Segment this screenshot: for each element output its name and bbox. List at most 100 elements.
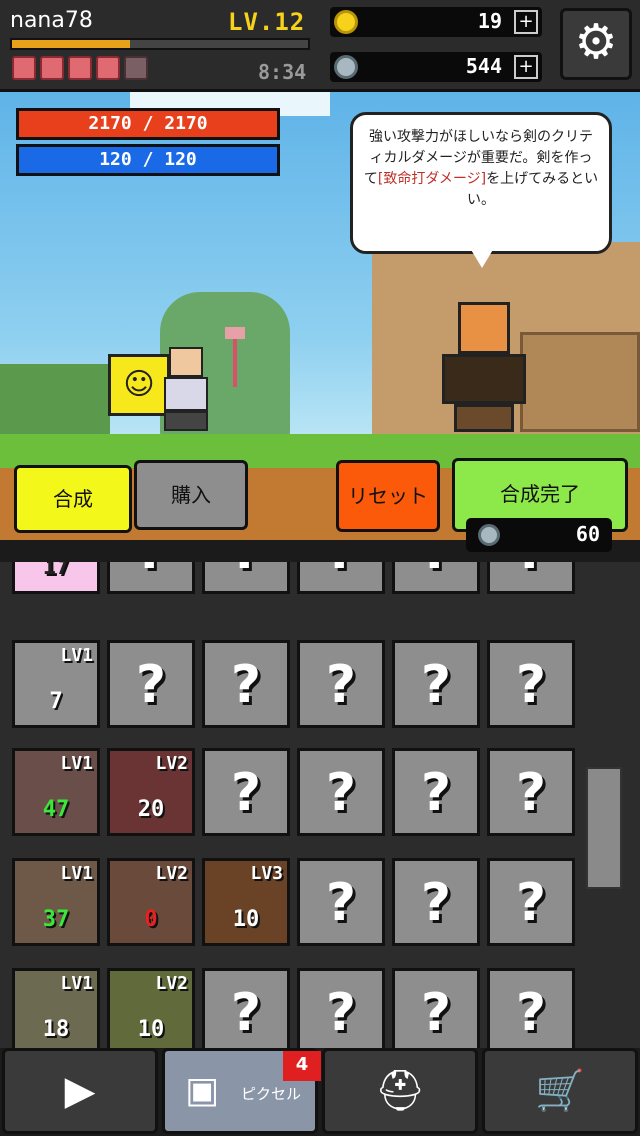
question-mark-icon: ? <box>230 655 262 715</box>
slot-count: 18 <box>42 1017 70 1042</box>
top-hud: nana78 LV.12 8:34 19 + 544 + ⚙ <box>0 0 640 92</box>
pixel-item-slot[interactable]: LV2 0 <box>107 858 195 946</box>
locked-slot[interactable]: ? <box>202 968 290 1048</box>
locked-slot[interactable]: ? <box>107 640 195 728</box>
locked-slot[interactable]: ? <box>392 562 480 594</box>
player-name: nana78 <box>10 8 93 33</box>
locked-slot[interactable]: ? <box>487 562 575 594</box>
locked-slot[interactable]: ? <box>392 748 480 836</box>
slot-level: LV1 <box>60 973 93 994</box>
synth-cost-value: 60 <box>575 522 600 546</box>
slot-level: LV2 <box>155 973 188 994</box>
question-mark-icon: ? <box>515 983 547 1043</box>
hero-character <box>164 347 208 432</box>
slot-level: LV2 <box>155 753 188 774</box>
gem-icon <box>478 524 500 546</box>
pixel-item-slot[interactable]: LV3 10 <box>202 858 290 946</box>
question-mark-icon: ? <box>420 873 452 933</box>
add-gem-button[interactable]: + <box>514 55 538 79</box>
mp-bar: 120 / 120 <box>16 144 280 176</box>
grid-scrollbar[interactable] <box>586 767 622 889</box>
gear-icon: ⚙ <box>574 14 618 70</box>
locked-slot[interactable]: ? <box>297 562 385 594</box>
locked-slot[interactable]: ? <box>487 858 575 946</box>
nav-pixel-label: ピクセル <box>241 1085 302 1103</box>
pixel-grid[interactable]: 17?????LV17?????LV147LV220????LV137LV20L… <box>0 562 640 1048</box>
settings-button[interactable]: ⚙ <box>560 8 632 80</box>
question-mark-icon: ? <box>325 655 357 715</box>
slot-count: 37 <box>42 907 70 932</box>
blacksmith-npc[interactable] <box>442 302 526 432</box>
heart-icon <box>124 56 148 80</box>
slot-count: 10 <box>137 1017 165 1042</box>
buy-tab-button[interactable]: 購入 <box>134 460 248 530</box>
locked-slot[interactable]: ? <box>392 858 480 946</box>
chest-icon: ▣ <box>185 1070 220 1111</box>
heart-icon <box>96 56 120 80</box>
gem-value: 544 <box>465 54 502 78</box>
question-mark-icon: ? <box>230 763 262 823</box>
slot-level: LV2 <box>155 863 188 884</box>
locked-slot[interactable]: ? <box>297 968 385 1048</box>
cart-icon: 🛒 <box>535 1068 585 1114</box>
locked-slot[interactable]: ? <box>487 640 575 728</box>
pixel-item-slot[interactable]: LV1 37 <box>12 858 100 946</box>
heart-icon <box>40 56 64 80</box>
coin-icon <box>334 10 358 34</box>
locked-slot[interactable]: ? <box>202 562 290 594</box>
stamina-timer: 8:34 <box>258 60 307 84</box>
question-mark-icon: ? <box>300 562 382 579</box>
synth-tab-button[interactable]: 合成 <box>14 465 132 533</box>
question-mark-icon: ? <box>110 562 192 579</box>
question-mark-icon: ? <box>490 562 572 579</box>
locked-slot[interactable]: ? <box>487 968 575 1048</box>
tree-house-door <box>520 332 640 432</box>
locked-slot[interactable]: ? <box>202 640 290 728</box>
add-gold-button[interactable]: + <box>514 10 538 34</box>
smiley-pet: ☺ <box>108 354 170 416</box>
gem-counter: 544 + <box>330 52 542 82</box>
slot-level: LV1 <box>60 645 93 666</box>
helmet-icon: ⛑ <box>374 1068 426 1114</box>
question-mark-icon: ? <box>135 655 167 715</box>
xp-bar-fill <box>12 40 131 48</box>
play-icon: ▶ <box>64 1068 96 1114</box>
question-mark-icon: ? <box>420 983 452 1043</box>
pixel-item-slot[interactable]: LV1 7 <box>12 640 100 728</box>
nav-equipment-button[interactable]: ⛑ <box>322 1048 478 1134</box>
player-level: LV.12 <box>228 8 306 36</box>
nav-pixel-button[interactable]: ▣ ピクセル 4 <box>162 1048 321 1134</box>
slot-count: 7 <box>49 689 63 714</box>
question-mark-icon: ? <box>395 562 477 579</box>
reset-button[interactable]: リセット <box>336 460 440 532</box>
pixel-item-slot[interactable]: 17 <box>12 562 100 594</box>
bush <box>0 364 110 439</box>
slot-count: 20 <box>137 797 165 822</box>
question-mark-icon: ? <box>515 873 547 933</box>
pixel-item-slot[interactable]: LV1 47 <box>12 748 100 836</box>
locked-slot[interactable]: ? <box>107 562 195 594</box>
question-mark-icon: ? <box>325 983 357 1043</box>
pixel-item-slot[interactable]: LV2 20 <box>107 748 195 836</box>
pixel-item-slot[interactable]: LV1 18 <box>12 968 100 1048</box>
gold-counter: 19 + <box>330 7 542 37</box>
nav-shop-button[interactable]: 🛒 <box>482 1048 638 1134</box>
pixel-item-slot[interactable]: LV2 10 <box>107 968 195 1048</box>
slot-count: 17 <box>42 562 70 580</box>
nav-play-button[interactable]: ▶ <box>2 1048 158 1134</box>
gem-icon <box>334 55 358 79</box>
locked-slot[interactable]: ? <box>392 640 480 728</box>
hp-bar: 2170 / 2170 <box>16 108 280 140</box>
locked-slot[interactable]: ? <box>297 640 385 728</box>
locked-slot[interactable]: ? <box>202 748 290 836</box>
speech-bubble-tail <box>470 248 494 268</box>
stamina-hearts <box>12 56 148 80</box>
heart-icon <box>12 56 36 80</box>
slot-level: LV1 <box>60 863 93 884</box>
locked-slot[interactable]: ? <box>297 858 385 946</box>
question-mark-icon: ? <box>515 763 547 823</box>
locked-slot[interactable]: ? <box>297 748 385 836</box>
locked-slot[interactable]: ? <box>487 748 575 836</box>
speech-text-end: を上げてみるといい。 <box>467 171 599 208</box>
locked-slot[interactable]: ? <box>392 968 480 1048</box>
